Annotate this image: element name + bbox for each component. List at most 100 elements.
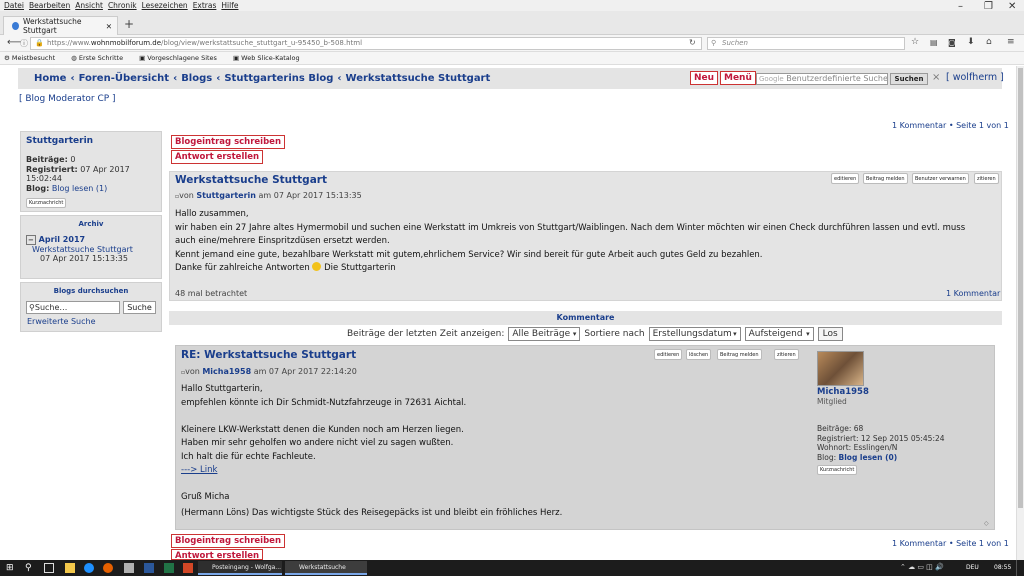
comment-date: am 07 Apr 2017 22:14:20 bbox=[253, 367, 357, 376]
write-blog-entry-button-bottom[interactable]: Blogeintrag schreiben bbox=[171, 534, 286, 548]
crumb-user-blog[interactable]: Stuttgarterins Blog bbox=[224, 73, 333, 84]
user-link[interactable]: [ wolfherm ] bbox=[946, 72, 1004, 83]
pm-button[interactable]: Kurznachricht bbox=[817, 465, 858, 475]
close-window-icon[interactable]: ✕ bbox=[1008, 1, 1016, 12]
advanced-search-link[interactable]: Erweiterte Suche bbox=[27, 317, 96, 326]
edge-icon[interactable] bbox=[84, 563, 94, 573]
pm-button[interactable]: Kurznachricht bbox=[26, 198, 67, 208]
report-post-button[interactable]: Beitrag melden bbox=[717, 349, 762, 360]
task-view-icon[interactable] bbox=[44, 563, 54, 573]
reply-button-bottom[interactable]: Antwort erstellen bbox=[171, 549, 264, 560]
crumb-home[interactable]: Home bbox=[34, 73, 66, 84]
comment-title[interactable]: RE: Werkstattsuche Stuttgart bbox=[181, 349, 356, 361]
report-post-button[interactable]: Beitrag melden bbox=[863, 173, 908, 184]
download-icon[interactable]: ⬇ bbox=[967, 37, 975, 47]
bookmark-erste-schritte[interactable]: ◍ Erste Schritte bbox=[71, 54, 131, 62]
avatar[interactable] bbox=[817, 351, 864, 386]
scrollbar-thumb[interactable] bbox=[1018, 68, 1023, 508]
bookmark-label: Vorgeschlagene Sites bbox=[147, 54, 217, 62]
tray-icons[interactable]: ⌃ ☁ ▭ ◫ 🔊 bbox=[900, 563, 944, 571]
reply-button[interactable]: Antwort erstellen bbox=[171, 150, 264, 164]
word-icon[interactable] bbox=[144, 563, 154, 573]
hamburger-menu-icon[interactable]: ≡ bbox=[1007, 37, 1015, 47]
sort-order-select[interactable]: Aufsteigend ▾ bbox=[744, 327, 814, 341]
clipboard-icon[interactable]: ▤ bbox=[930, 38, 938, 47]
author-name[interactable]: Stuttgarterin bbox=[26, 136, 93, 146]
taskbar-outlook[interactable]: Posteingang - Wolfga... bbox=[198, 561, 282, 575]
archive-month[interactable]: − April 2017 bbox=[26, 235, 85, 245]
sort-field-select[interactable]: Erstellungsdatum ▾ bbox=[648, 327, 741, 341]
browser-tab[interactable]: Werkstattsuche Stuttgart ✕ bbox=[3, 16, 118, 35]
menu-ansicht[interactable]: Ansicht bbox=[75, 1, 103, 10]
crumb-forum[interactable]: Foren-Übersicht bbox=[79, 73, 169, 84]
restore-icon[interactable]: ❐ bbox=[984, 1, 993, 12]
powerpoint-icon[interactable] bbox=[183, 563, 193, 573]
write-blog-entry-button[interactable]: Blogeintrag schreiben bbox=[171, 135, 286, 149]
delete-button[interactable]: löschen bbox=[686, 349, 712, 360]
external-link[interactable]: ---> Link bbox=[181, 464, 801, 478]
menu-button[interactable]: Menü bbox=[720, 71, 756, 85]
crumb-blogs[interactable]: Blogs bbox=[181, 73, 212, 84]
file-explorer-icon[interactable] bbox=[65, 563, 75, 573]
pocket-icon[interactable]: ◙ bbox=[948, 38, 956, 47]
bookmark-star-icon[interactable]: ☆ bbox=[911, 37, 919, 47]
clear-search-icon[interactable]: × bbox=[932, 72, 940, 83]
show-desktop-button[interactable] bbox=[1016, 560, 1024, 576]
info-icon[interactable]: ⓘ bbox=[20, 38, 28, 49]
menu-hilfe[interactable]: Hilfe bbox=[221, 1, 238, 10]
go-button[interactable]: Los bbox=[817, 327, 843, 341]
menu-chronik[interactable]: Chronik bbox=[108, 1, 137, 10]
site-search-input[interactable]: Google Benutzerdefinierte Suche bbox=[756, 73, 888, 85]
minimize-icon[interactable]: – bbox=[958, 1, 963, 12]
post-author-link[interactable]: Stuttgarterin bbox=[196, 191, 256, 200]
menu-lesezeichen[interactable]: Lesezeichen bbox=[142, 1, 188, 10]
comment-author-link[interactable]: Micha1958 bbox=[202, 367, 251, 376]
neu-button[interactable]: Neu bbox=[690, 71, 719, 85]
warn-user-button[interactable]: Benutzer verwarnen bbox=[912, 173, 969, 184]
language-indicator[interactable]: DEU bbox=[966, 564, 979, 571]
menu-extras[interactable]: Extras bbox=[193, 1, 217, 10]
moderator-cp-link[interactable]: [ Blog Moderator CP ] bbox=[19, 94, 116, 104]
comment-blank-line bbox=[181, 478, 801, 492]
home-icon[interactable]: ⌂ bbox=[986, 37, 992, 47]
site-search-button[interactable]: Suchen bbox=[890, 73, 928, 85]
excel-icon[interactable] bbox=[164, 563, 174, 573]
menu-datei[interactable]: Datei bbox=[4, 1, 24, 10]
bookmark-label: Erste Schritte bbox=[78, 54, 124, 62]
blog-search-input[interactable]: ⚲Suche… bbox=[26, 301, 120, 314]
post-title[interactable]: Werkstattsuche Stuttgart bbox=[175, 174, 327, 186]
blog-read-link[interactable]: Blog lesen (1) bbox=[52, 184, 107, 193]
new-tab-icon[interactable]: + bbox=[124, 17, 134, 31]
posts-count: 0 bbox=[70, 155, 76, 164]
profile-name[interactable]: Micha1958 bbox=[817, 387, 869, 397]
clock[interactable]: 08:55 bbox=[994, 564, 1011, 571]
quote-button[interactable]: zitieren bbox=[974, 173, 999, 184]
archive-entry-link[interactable]: Werkstattsuche Stuttgart bbox=[32, 245, 133, 254]
bookmark-web-slice[interactable]: ▣ Web Slice-Katalog bbox=[233, 54, 308, 62]
edit-button[interactable]: editieren bbox=[831, 173, 860, 184]
bookmark-meistbesucht[interactable]: ⚙ Meistbesucht bbox=[4, 54, 63, 62]
menu-bearbeiten[interactable]: Bearbeiten bbox=[29, 1, 70, 10]
url-bar[interactable]: 🔒 https://www.wohnmobilforum.de/blog/vie… bbox=[30, 37, 702, 50]
registered-label: Registriert: bbox=[26, 164, 78, 174]
menu-bar: Datei Bearbeiten Ansicht Chronik Lesezei… bbox=[0, 0, 1024, 11]
browser-search-input[interactable]: ⚲ Suchen bbox=[707, 37, 905, 50]
firefox-icon[interactable] bbox=[103, 563, 113, 573]
reload-icon[interactable]: ↻ bbox=[689, 38, 696, 47]
collapse-icon[interactable]: − bbox=[26, 235, 36, 245]
quote-button[interactable]: zitieren bbox=[774, 349, 799, 360]
taskbar-firefox[interactable]: Werkstattsuche Stutt... bbox=[285, 561, 367, 575]
crumb-current[interactable]: Werkstattsuche Stuttgart bbox=[346, 73, 491, 84]
search-icon[interactable]: ⚲ bbox=[25, 563, 35, 573]
bookmark-vorgeschlagene-sites[interactable]: ▣ Vorgeschlagene Sites bbox=[139, 54, 225, 62]
time-filter-select[interactable]: Alle Beiträge ▾ bbox=[508, 327, 581, 341]
blog-search-button[interactable]: Suche bbox=[123, 301, 156, 314]
edit-button[interactable]: editieren bbox=[654, 349, 683, 360]
profile-blog-link[interactable]: Blog lesen (0) bbox=[839, 453, 898, 462]
comment-count-link[interactable]: 1 Kommentar bbox=[946, 289, 1000, 298]
app-icon[interactable] bbox=[124, 563, 134, 573]
page-scrollbar[interactable] bbox=[1016, 66, 1024, 560]
windows-start-icon[interactable]: ⊞ bbox=[6, 563, 16, 573]
close-tab-icon[interactable]: ✕ bbox=[106, 22, 112, 31]
to-top-icon[interactable]: ◇ bbox=[984, 520, 989, 527]
